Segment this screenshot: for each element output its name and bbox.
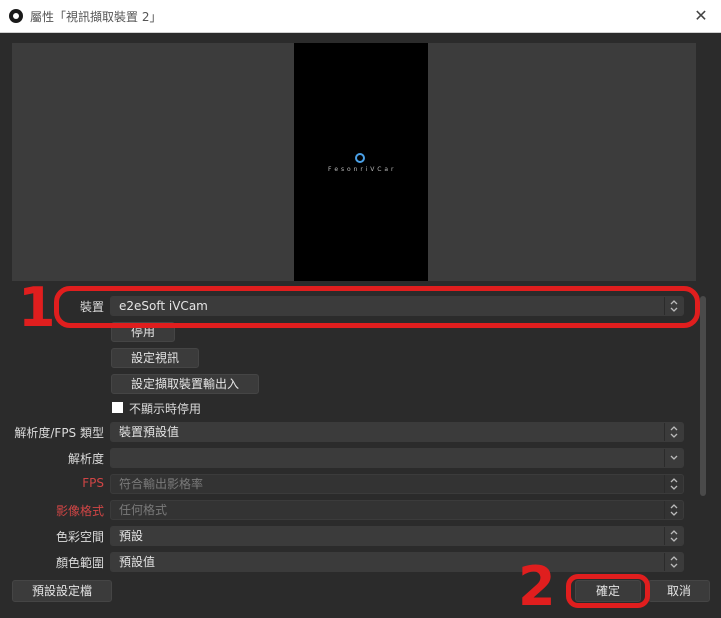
- defaults-button[interactable]: 預設設定檔: [12, 580, 112, 602]
- cancel-button[interactable]: 取消: [648, 580, 710, 602]
- color-range-label: 顏色範圍: [55, 556, 104, 570]
- fps-label: FPS: [82, 476, 104, 490]
- color-space-select[interactable]: 預設: [110, 526, 684, 546]
- color-range-select[interactable]: 預設值: [110, 552, 684, 572]
- preview-overlay-text: F e s o n r i V C a r: [328, 166, 394, 173]
- resolution-select[interactable]: [110, 448, 684, 468]
- updown-arrow-icon: [664, 553, 683, 571]
- updown-arrow-icon: [664, 475, 683, 493]
- fps-select[interactable]: 符合輸出影格率: [110, 474, 684, 494]
- preview-area: F e s o n r i V C a r: [12, 43, 696, 281]
- annotation-step-2: 2: [518, 555, 556, 618]
- configure-video-button[interactable]: 設定視訊: [111, 348, 199, 368]
- annotation-step-1: 1: [18, 276, 56, 339]
- color-space-label: 色彩空間: [55, 530, 104, 544]
- resolution-label: 解析度: [67, 452, 104, 466]
- updown-arrow-icon: [664, 501, 683, 519]
- scrollbar[interactable]: [700, 296, 706, 496]
- window-title: 屬性「視訊擷取裝置 2」: [30, 10, 162, 24]
- updown-arrow-icon: [664, 527, 683, 545]
- resolution-fps-type-value: 裝置預設值: [119, 425, 180, 439]
- obs-logo-icon: [9, 9, 23, 23]
- color-space-value: 預設: [119, 529, 144, 543]
- deactivate-when-hidden-checkbox[interactable]: [112, 402, 123, 413]
- video-format-label: 影像格式: [55, 504, 104, 518]
- chevron-down-icon: [664, 449, 683, 467]
- annotation-ring-device: [54, 286, 700, 328]
- updown-arrow-icon: [664, 423, 683, 441]
- title-bar: 屬性「視訊擷取裝置 2」 ✕: [0, 0, 721, 33]
- preview-video: F e s o n r i V C a r: [294, 43, 428, 281]
- video-format-select[interactable]: 任何格式: [110, 500, 684, 520]
- close-button[interactable]: ✕: [689, 4, 713, 28]
- camera-icon: [355, 153, 365, 163]
- resolution-fps-type-select[interactable]: 裝置預設值: [110, 422, 684, 442]
- resolution-fps-type-label: 解析度/FPS 類型: [14, 426, 104, 440]
- color-range-value: 預設值: [119, 555, 156, 569]
- video-format-value: 任何格式: [119, 503, 168, 517]
- deactivate-when-hidden-label: 不顯示時停用: [129, 402, 202, 416]
- configure-crossbar-button[interactable]: 設定擷取裝置輸出入: [111, 374, 259, 394]
- annotation-ring-ok: [566, 574, 650, 608]
- fps-value: 符合輸出影格率: [119, 477, 204, 491]
